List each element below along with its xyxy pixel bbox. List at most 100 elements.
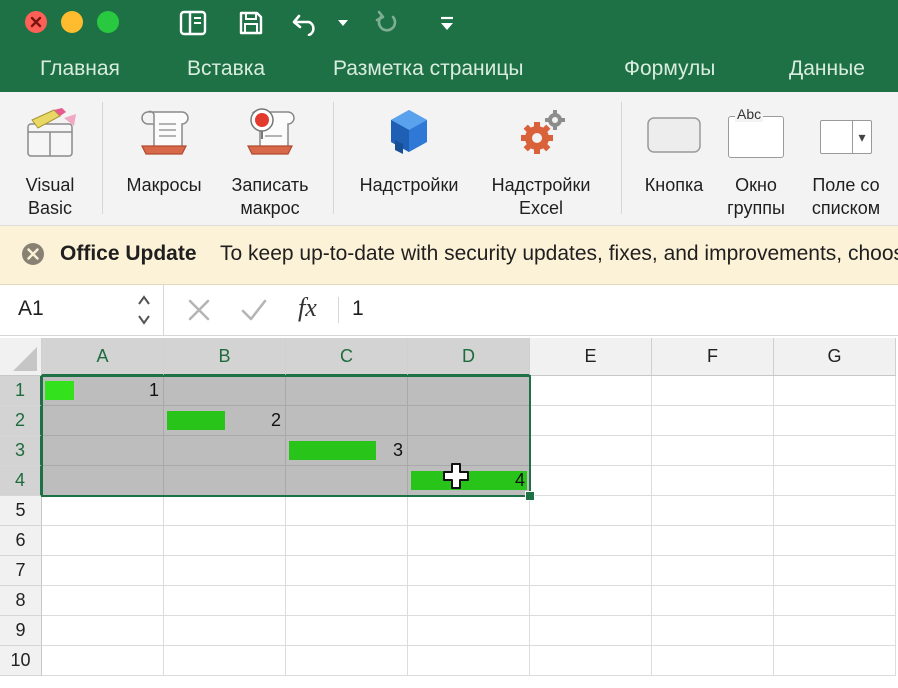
tab-insert[interactable]: Вставка [187,57,265,81]
cell-b6[interactable] [164,526,286,556]
row-header-1[interactable]: 1 [0,376,42,406]
cell-g2[interactable] [774,406,896,436]
cell-d2[interactable] [408,406,530,436]
cell-f3[interactable] [652,436,774,466]
column-header-c[interactable]: C [286,338,408,376]
cell-b7[interactable] [164,556,286,586]
cell-e1[interactable] [530,376,652,406]
cell-d1[interactable] [408,376,530,406]
cell-g5[interactable] [774,496,896,526]
cell-b1[interactable] [164,376,286,406]
cell-c2[interactable] [286,406,408,436]
cell-a9[interactable] [42,616,164,646]
fill-handle[interactable] [525,491,535,501]
cell-e9[interactable] [530,616,652,646]
cell-f9[interactable] [652,616,774,646]
row-header-3[interactable]: 3 [0,436,42,466]
tab-page-layout[interactable]: Разметка страницы [333,57,524,81]
row-header-4[interactable]: 4 [0,466,42,496]
cell-f4[interactable] [652,466,774,496]
cell-e5[interactable] [530,496,652,526]
cell-g6[interactable] [774,526,896,556]
cell-a10[interactable] [42,646,164,676]
cell-g1[interactable] [774,376,896,406]
addins-button[interactable]: Надстройки [346,92,472,225]
undo-button[interactable] [290,8,326,38]
cell-g10[interactable] [774,646,896,676]
row-header-9[interactable]: 9 [0,616,42,646]
cell-e3[interactable] [530,436,652,466]
redo-button[interactable] [370,8,404,38]
visual-basic-button[interactable]: Visual Basic [10,92,90,225]
undo-dropdown[interactable] [336,8,350,38]
cell-a2[interactable] [42,406,164,436]
cell-d5[interactable] [408,496,530,526]
column-header-b[interactable]: B [164,338,286,376]
cell-a3[interactable] [42,436,164,466]
row-header-8[interactable]: 8 [0,586,42,616]
cell-d6[interactable] [408,526,530,556]
cell-a6[interactable] [42,526,164,556]
cell-c7[interactable] [286,556,408,586]
cell-c5[interactable] [286,496,408,526]
cell-e8[interactable] [530,586,652,616]
select-all-corner[interactable] [0,338,42,376]
row-header-5[interactable]: 5 [0,496,42,526]
cell-c6[interactable] [286,526,408,556]
cell-e7[interactable] [530,556,652,586]
cell-g9[interactable] [774,616,896,646]
cell-c9[interactable] [286,616,408,646]
macros-button[interactable]: Макросы [116,92,212,225]
minimize-window-button[interactable] [61,11,83,33]
cell-b2[interactable]: 2 [164,406,286,436]
cell-a4[interactable] [42,466,164,496]
excel-addins-button[interactable]: Надстройки Excel [478,92,604,225]
tab-formulas[interactable]: Формулы [624,57,715,81]
record-macro-button[interactable]: Записать макрос [220,92,320,225]
cell-g4[interactable] [774,466,896,496]
tab-home[interactable]: Главная [40,57,120,81]
cell-e4[interactable] [530,466,652,496]
button-control[interactable]: Кнопка [632,92,716,225]
cell-f7[interactable] [652,556,774,586]
cell-b3[interactable] [164,436,286,466]
insert-function-button[interactable]: fx [298,293,317,323]
customize-toolbar-button[interactable] [432,8,462,38]
column-header-f[interactable]: F [652,338,774,376]
cell-c4[interactable] [286,466,408,496]
cell-f6[interactable] [652,526,774,556]
enter-icon[interactable] [240,297,268,323]
cell-c1[interactable] [286,376,408,406]
column-header-a[interactable]: A [42,338,164,376]
cell-b5[interactable] [164,496,286,526]
cell-e6[interactable] [530,526,652,556]
group-box-control[interactable]: Abc Окно группы [718,92,794,225]
name-box-stepper-icon[interactable] [136,291,152,329]
column-header-e[interactable]: E [530,338,652,376]
cell-f2[interactable] [652,406,774,436]
row-header-7[interactable]: 7 [0,556,42,586]
column-header-g[interactable]: G [774,338,896,376]
tab-data[interactable]: Данные [789,57,865,81]
cell-d7[interactable] [408,556,530,586]
cell-d10[interactable] [408,646,530,676]
cell-d8[interactable] [408,586,530,616]
cell-b4[interactable] [164,466,286,496]
dismiss-icon[interactable] [20,241,46,267]
cancel-icon[interactable] [186,297,212,323]
sidebar-toggle-button[interactable] [178,8,208,38]
cell-a1[interactable]: 1 [42,376,164,406]
cell-f10[interactable] [652,646,774,676]
zoom-window-button[interactable] [97,11,119,33]
cell-f5[interactable] [652,496,774,526]
cell-a8[interactable] [42,586,164,616]
row-header-2[interactable]: 2 [0,406,42,436]
formula-input[interactable]: 1 [352,297,364,321]
cell-c3[interactable]: 3 [286,436,408,466]
cell-c8[interactable] [286,586,408,616]
name-box[interactable]: A1 [18,297,44,321]
cell-g3[interactable] [774,436,896,466]
cell-a5[interactable] [42,496,164,526]
cell-b8[interactable] [164,586,286,616]
close-window-button[interactable] [25,11,47,33]
